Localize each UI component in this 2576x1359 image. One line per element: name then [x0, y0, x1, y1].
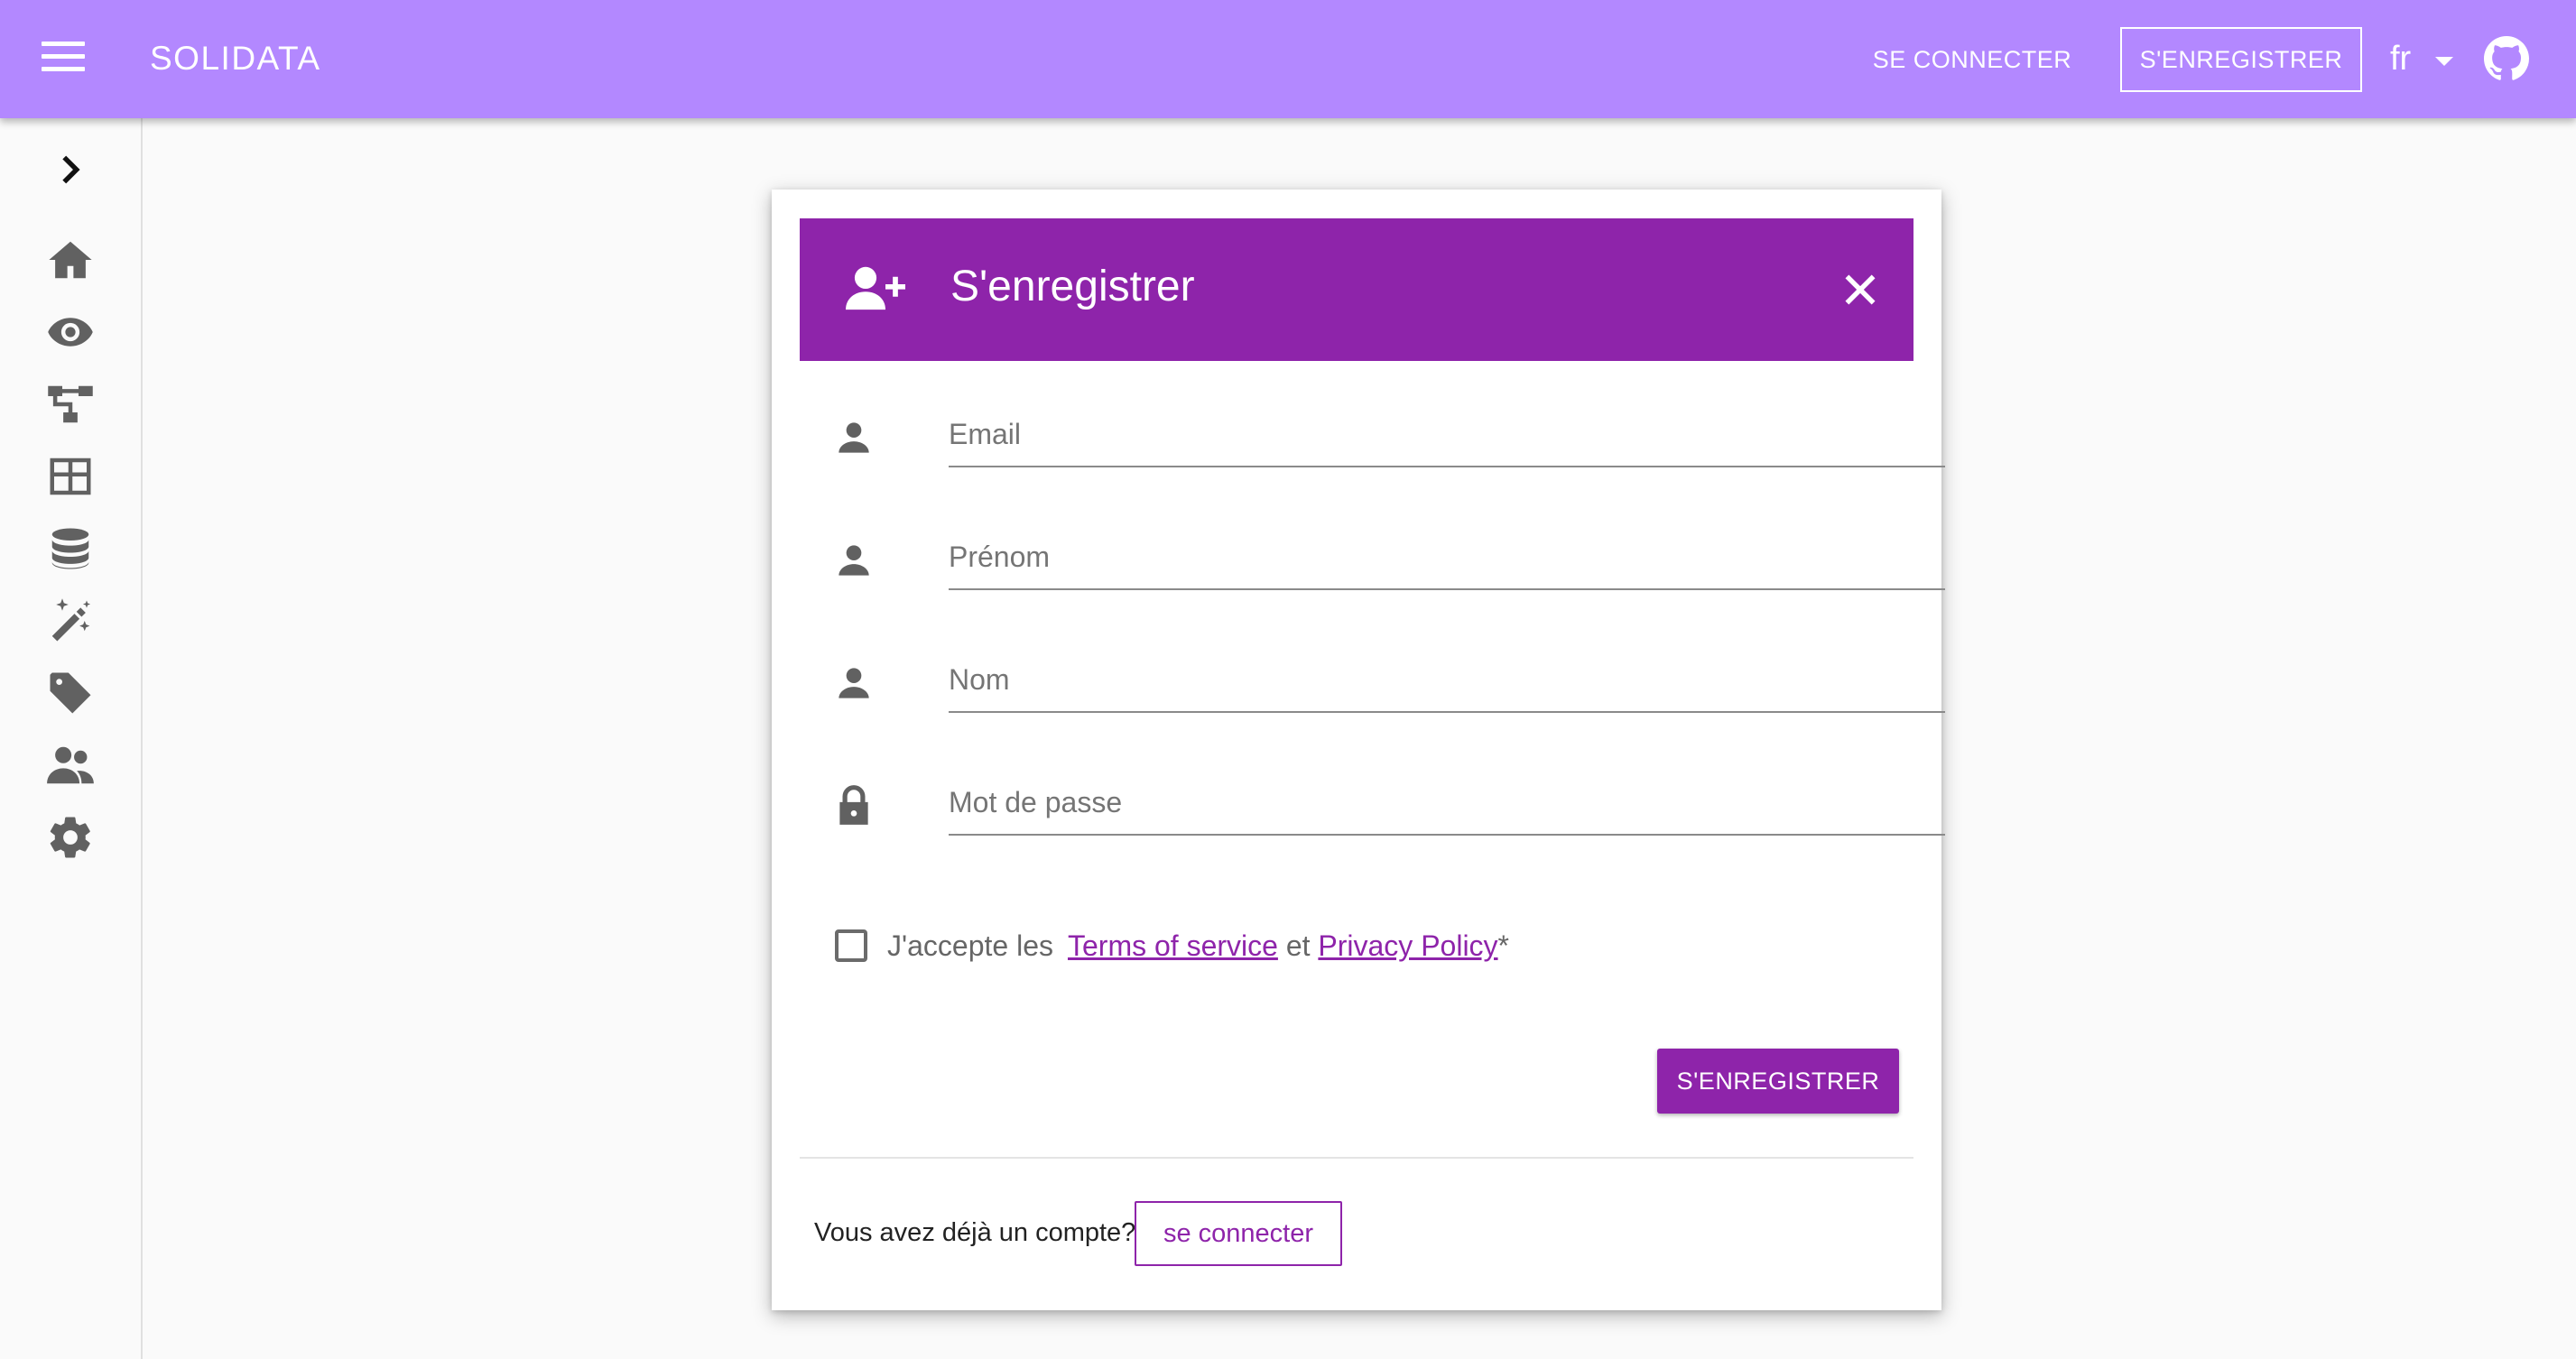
top-app-bar: SOLIDATA SE CONNECTER S'ENREGISTRER fr	[0, 0, 2576, 118]
required-mark: *	[1497, 929, 1509, 962]
gear-icon[interactable]	[43, 810, 97, 864]
email-input[interactable]	[949, 402, 1945, 467]
hamburger-menu-icon[interactable]	[42, 42, 85, 78]
person-icon	[831, 415, 876, 460]
divider	[800, 1157, 1913, 1159]
language-selector[interactable]: fr	[2390, 32, 2462, 87]
dialog-title: S'enregistrer	[950, 263, 1195, 310]
tag-icon[interactable]	[43, 666, 97, 720]
register-dialog: S'enregistrer J'accepte les Terms of serv…	[772, 190, 1945, 1310]
sitemap-icon[interactable]	[43, 377, 97, 431]
person-icon	[831, 538, 876, 583]
terms-checkbox[interactable]	[835, 929, 867, 962]
close-icon[interactable]	[1838, 267, 1883, 312]
caret-down-icon	[2435, 57, 2453, 66]
register-button[interactable]: S'ENREGISTRER	[2120, 27, 2362, 92]
user-plus-icon	[846, 263, 905, 314]
language-code: fr	[2390, 40, 2412, 78]
lastname-field	[831, 648, 1945, 720]
sidebar	[0, 118, 143, 1359]
terms-prefix: J'accepte les	[887, 929, 1053, 962]
users-icon[interactable]	[43, 738, 97, 792]
login-link-button[interactable]: se connecter	[1135, 1201, 1342, 1266]
register-submit-button[interactable]: S'ENREGISTRER	[1657, 1049, 1899, 1114]
terms-of-service-link[interactable]: Terms of service	[1068, 929, 1278, 962]
database-icon[interactable]	[43, 522, 97, 576]
firstname-field	[831, 525, 1945, 597]
magic-wand-icon[interactable]	[43, 594, 97, 648]
lastname-input[interactable]	[949, 648, 1945, 713]
dialog-header: S'enregistrer	[800, 218, 1913, 361]
github-icon[interactable]	[2484, 36, 2529, 81]
terms-row: J'accepte les Terms of service et Privacy…	[835, 919, 1873, 973]
person-icon	[831, 661, 876, 706]
home-icon[interactable]	[43, 233, 97, 287]
password-input[interactable]	[949, 771, 1945, 836]
firstname-input[interactable]	[949, 525, 1945, 590]
already-have-account-text: Vous avez déjà un compte?	[814, 1218, 1136, 1247]
login-button[interactable]: SE CONNECTER	[1868, 36, 2076, 83]
lock-icon	[831, 783, 876, 828]
email-field	[831, 402, 1945, 475]
terms-conjunction: et	[1285, 929, 1311, 962]
chevron-right-icon[interactable]	[43, 143, 97, 197]
eye-icon[interactable]	[43, 305, 97, 359]
table-icon[interactable]	[43, 449, 97, 504]
password-field	[831, 771, 1945, 843]
app-brand[interactable]: SOLIDATA	[150, 40, 321, 78]
terms-text: J'accepte les Terms of service et Privacy…	[887, 929, 1509, 963]
privacy-policy-link[interactable]: Privacy Policy	[1318, 929, 1497, 962]
